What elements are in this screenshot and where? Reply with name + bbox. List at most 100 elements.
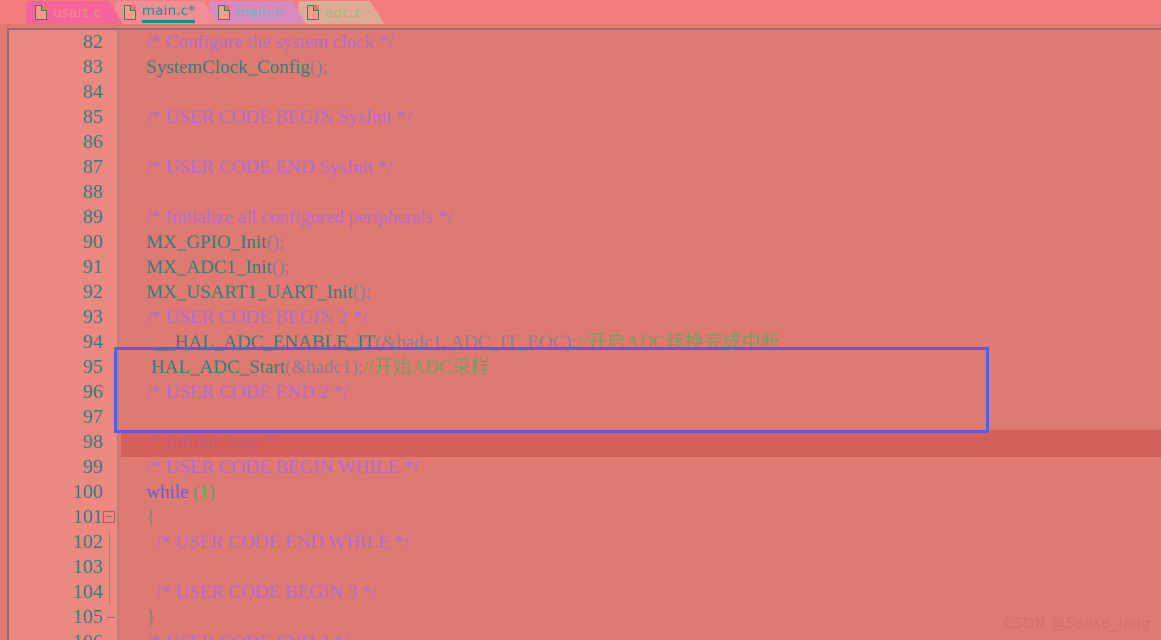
gutter-row[interactable]: 91: [9, 255, 117, 280]
code-line-text: /* USER CODE BEGIN 3 */: [121, 580, 1161, 605]
code-line-text: {: [121, 505, 1161, 530]
gutter-row[interactable]: 89: [9, 205, 117, 230]
code-line[interactable]: {: [121, 505, 1161, 530]
fold-guide-line: [109, 530, 110, 555]
gutter-row[interactable]: 95: [9, 355, 117, 380]
gutter-row[interactable]: 98: [9, 430, 117, 455]
gutter-row[interactable]: 94: [9, 330, 117, 355]
code-token: /* USER CODE BEGIN WHILE */: [146, 457, 420, 478]
code-line[interactable]: MX_ADC1_Init();: [121, 255, 1161, 280]
line-number: 105: [73, 606, 103, 628]
gutter-row[interactable]: 100: [9, 480, 117, 505]
code-line-text: /* USER CODE BEGIN WHILE */: [121, 455, 1161, 480]
code-line[interactable]: /* USER CODE BEGIN SysInit */: [121, 105, 1161, 130]
code-line-text: }: [121, 605, 1161, 630]
editor-tab-bar: usart.c main.c* main.h adc.c: [0, 0, 1161, 24]
gutter-row[interactable]: 90: [9, 230, 117, 255]
editor-tab-label: usart.c: [53, 4, 101, 21]
line-number: 96: [83, 381, 103, 403]
code-line[interactable]: /* Configure the system clock */: [121, 30, 1161, 55]
code-line[interactable]: [121, 80, 1161, 105]
code-line-text: /* Configure the system clock */: [121, 30, 1161, 55]
code-token: /* Infinite loop */: [146, 432, 281, 453]
code-token: /* USER CODE END 2 */: [146, 382, 349, 403]
gutter-row[interactable]: 103: [9, 555, 117, 580]
code-line[interactable]: [121, 180, 1161, 205]
code-line-text: /* USER CODE END WHILE */: [121, 530, 1161, 555]
code-line-text: while (1): [121, 480, 1161, 505]
code-line-text: HAL_ADC_Start(&hadc1);//开始ADC采样: [121, 355, 1161, 380]
line-number: 103: [73, 556, 103, 578]
code-line[interactable]: /* USER CODE END 3 */: [121, 630, 1161, 640]
line-number: 106: [9, 630, 103, 640]
code-token: 1: [199, 482, 210, 503]
gutter-row[interactable]: 102: [9, 530, 117, 555]
gutter-row[interactable]: 88: [9, 180, 117, 205]
editor-tab-main-h[interactable]: main.h: [209, 1, 306, 24]
code-line[interactable]: __HAL_ADC_ENABLE_IT(&hadc1, ADC_IT_EOC);…: [121, 330, 1161, 355]
gutter-row[interactable]: 83: [9, 55, 117, 80]
code-line-text: /* Infinite loop */: [121, 430, 1161, 455]
fold-guide-line: [109, 580, 110, 605]
code-line-text: MX_ADC1_Init();: [121, 255, 1161, 280]
code-text-area[interactable]: /* Configure the system clock */ SystemC…: [121, 30, 1161, 640]
code-line[interactable]: /* Initialize all configured peripherals…: [121, 205, 1161, 230]
gutter-row[interactable]: 85: [9, 105, 117, 130]
gutter-row[interactable]: 92: [9, 280, 117, 305]
code-line[interactable]: [121, 405, 1161, 430]
gutter-row[interactable]: 96: [9, 380, 117, 405]
code-line[interactable]: MX_GPIO_Init();: [121, 230, 1161, 255]
code-token: ();: [266, 232, 285, 253]
gutter-row[interactable]: 86: [9, 130, 117, 155]
code-line[interactable]: /* USER CODE END WHILE */: [121, 530, 1161, 555]
editor-tab-adc-c[interactable]: adc.c: [298, 1, 384, 24]
gutter-row[interactable]: 93: [9, 305, 117, 330]
editor-tab-main-c-[interactable]: main.c*: [115, 1, 218, 24]
file-icon: [35, 5, 47, 20]
code-editor[interactable]: 82 83 84 85 86 87 88 89 90 91 92 93 94 95 96 97 98 99 100 1…: [7, 28, 1161, 640]
code-line[interactable]: HAL_ADC_Start(&hadc1);//开始ADC采样: [121, 355, 1161, 380]
fold-collapse-icon[interactable]: [103, 511, 115, 523]
code-line[interactable]: [121, 130, 1161, 155]
code-line[interactable]: /* USER CODE END SysInit */: [121, 155, 1161, 180]
code-line[interactable]: /* USER CODE BEGIN 2 */: [121, 305, 1161, 330]
code-token: __HAL_ADC_ENABLE_IT: [156, 332, 376, 353]
gutter-row[interactable]: 84: [9, 80, 117, 105]
code-line[interactable]: }: [121, 605, 1161, 630]
code-line[interactable]: MX_USART1_UART_Init();: [121, 280, 1161, 305]
code-token: //开启ADC转换完成中断: [577, 332, 780, 353]
line-number: 92: [83, 281, 103, 303]
code-line[interactable]: [121, 555, 1161, 580]
code-line[interactable]: /* USER CODE END 2 */: [121, 380, 1161, 405]
gutter-row[interactable]: 97: [9, 405, 117, 430]
gutter-row[interactable]: 104: [9, 580, 117, 605]
code-line[interactable]: /* USER CODE BEGIN WHILE */: [121, 455, 1161, 480]
gutter-row[interactable]: 101: [9, 505, 117, 530]
gutter-row[interactable]: 99: [9, 455, 117, 480]
gutter-row[interactable]: 105: [9, 605, 117, 630]
code-line[interactable]: SystemClock_Config();: [121, 55, 1161, 80]
gutter-row[interactable]: 82: [9, 30, 117, 55]
line-number: 104: [73, 581, 103, 603]
gutter-row[interactable]: 106: [9, 630, 117, 640]
code-line[interactable]: /* USER CODE BEGIN 3 */: [121, 580, 1161, 605]
editor-tab-usart-c[interactable]: usart.c: [26, 1, 123, 24]
line-number: 90: [83, 231, 103, 253]
line-number-gutter[interactable]: 82 83 84 85 86 87 88 89 90 91 92 93 94 95 96 97 98 99 100 1…: [9, 30, 119, 640]
code-line[interactable]: /* Infinite loop */: [121, 430, 1161, 455]
code-token: SystemClock_Config: [146, 57, 311, 78]
code-line[interactable]: while (1): [121, 480, 1161, 505]
gutter-row[interactable]: 87: [9, 155, 117, 180]
